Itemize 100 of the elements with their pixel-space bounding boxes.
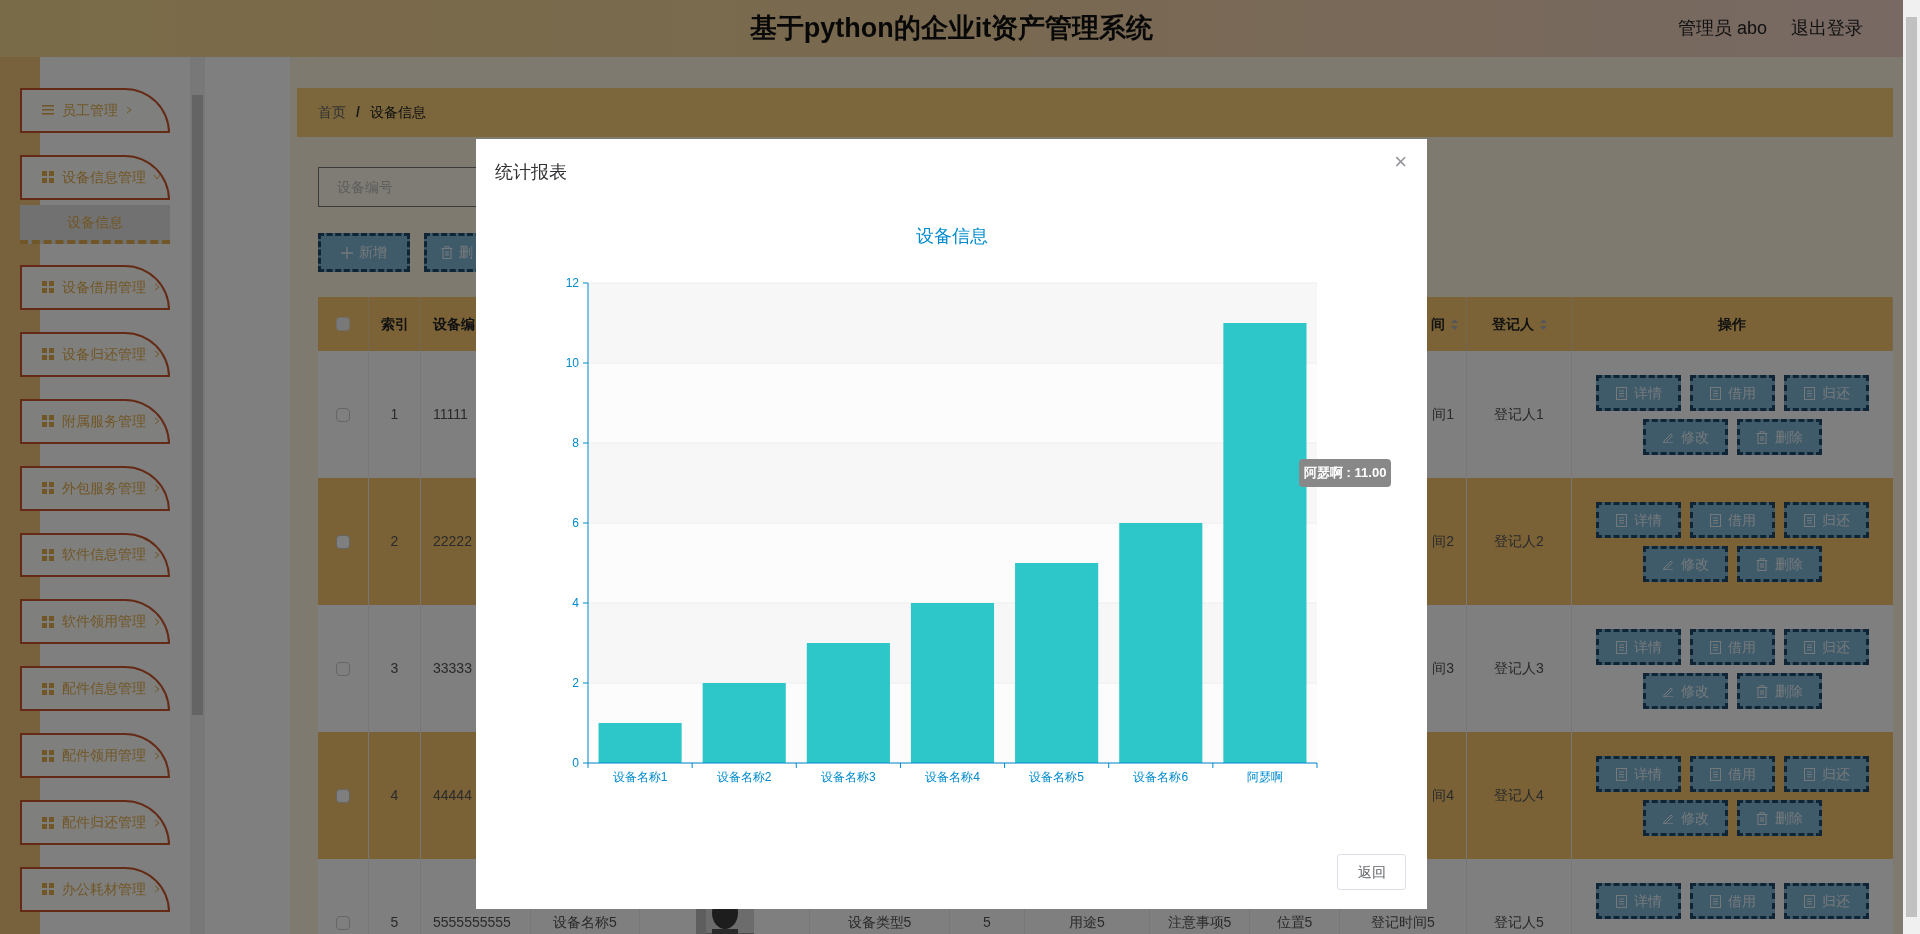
checkbox[interactable] <box>336 788 350 803</box>
scrollbar[interactable] <box>1903 0 1920 934</box>
document-icon <box>1709 513 1721 527</box>
sidebar-item[interactable]: 外包服务管理 <box>20 465 170 511</box>
column-header: 操作 <box>1718 314 1746 334</box>
document-icon <box>1615 767 1627 781</box>
axis-label: 4 <box>572 596 579 610</box>
table-cell-text: 22222 <box>433 532 472 551</box>
chart-title: 设备信息 <box>914 225 989 248</box>
checkbox[interactable] <box>336 534 350 549</box>
document-icon <box>1709 767 1721 781</box>
table-cell-text: 间2 <box>1432 532 1454 551</box>
document-icon <box>1709 894 1721 908</box>
document-icon <box>1615 640 1627 654</box>
grid-icon <box>42 883 54 896</box>
axis-label: 2 <box>572 676 579 690</box>
sidebar-item[interactable]: 软件领用管理 <box>20 599 170 645</box>
trash-icon <box>1756 430 1768 444</box>
table-cell-text: 间1 <box>1432 405 1454 424</box>
trash-icon <box>1756 811 1768 825</box>
pencil-icon <box>1662 685 1674 697</box>
table-cell-text: 登记人2 <box>1494 532 1544 551</box>
document-icon <box>1803 513 1815 527</box>
sidebar-subitem[interactable]: 设备信息 <box>20 204 170 244</box>
table-cell-text: 登记时间5 <box>1371 913 1435 932</box>
table-cell-text: 间3 <box>1432 659 1454 678</box>
grid-icon <box>42 548 54 561</box>
grid-icon <box>42 749 54 762</box>
trash-icon <box>441 246 453 259</box>
column-header: 登记人 <box>1491 314 1534 334</box>
document-icon <box>1615 513 1627 527</box>
table-cell-text: 注意事项5 <box>1167 913 1232 932</box>
table-cell-text: 用途5 <box>1069 913 1105 932</box>
sidebar-item[interactable]: 软件信息管理 <box>20 532 170 578</box>
table-cell-text: 登记人1 <box>1494 405 1544 424</box>
axis-label: 设备名称3 <box>821 770 876 784</box>
grid-icon <box>42 682 54 695</box>
breadcrumb-link[interactable]: 设备信息 <box>369 102 426 123</box>
document-icon <box>1803 767 1815 781</box>
sidebar-item[interactable]: 附属服务管理 <box>20 398 170 444</box>
table-cell-text: 登记人5 <box>1494 913 1544 932</box>
sidebar-item[interactable]: 设备借用管理 <box>20 264 170 310</box>
axis-label: 阿瑟啊 <box>1246 770 1283 784</box>
table-cell-text: 位置5 <box>1276 913 1313 932</box>
grid-icon <box>42 281 54 294</box>
axis-label: 0 <box>572 756 579 770</box>
sidebar-item[interactable]: 设备归还管理 <box>20 331 170 377</box>
grid-icon <box>42 615 54 628</box>
table-cell-text: 间4 <box>1432 786 1454 805</box>
logout-link[interactable]: 退出登录 <box>1791 15 1863 42</box>
list-icon <box>42 104 54 117</box>
checkbox[interactable] <box>336 407 350 422</box>
column-header: 索引 <box>380 314 409 334</box>
scrollbar[interactable] <box>190 57 205 934</box>
table-cell-text: 5 <box>390 913 399 932</box>
table-cell-text: 5 <box>983 913 991 932</box>
trash-icon <box>1756 557 1768 571</box>
axis-label: 10 <box>565 356 579 370</box>
grid-icon <box>42 816 54 829</box>
sidebar-item[interactable]: 配件领用管理 <box>20 733 170 779</box>
document-icon <box>1803 386 1815 400</box>
plus-icon <box>341 246 353 259</box>
axis-label: 设备名称4 <box>925 770 980 784</box>
table-cell-text: 11111 <box>433 405 468 424</box>
tooltip: 阿瑟啊 : 11.00 <box>1299 459 1392 487</box>
sidebar-item[interactable]: 办公耗材管理 <box>20 867 170 912</box>
document-icon <box>1803 894 1815 908</box>
document-icon <box>1615 894 1627 908</box>
close-button[interactable]: × <box>1394 151 1407 173</box>
sidebar-item[interactable]: 配件归还管理 <box>20 800 170 846</box>
axis-label: 设备名称2 <box>716 770 772 784</box>
table-cell-text: 44444 <box>433 786 472 805</box>
pencil-icon <box>1662 558 1674 570</box>
column-header: 间 <box>1431 314 1445 334</box>
axis-label: 12 <box>565 276 579 290</box>
checkbox[interactable] <box>336 915 350 930</box>
sidebar-item[interactable]: 配件信息管理 <box>20 666 170 712</box>
checkbox[interactable] <box>336 317 350 331</box>
pencil-icon <box>1662 431 1674 443</box>
table-cell-text: 设备类型5 <box>847 913 912 932</box>
document-icon <box>1709 640 1721 654</box>
column-header: 设备编 <box>433 314 475 334</box>
grid-icon <box>42 482 54 495</box>
sidebar-item[interactable]: 设备信息管理 <box>20 154 170 200</box>
table-cell-text: 4 <box>390 786 399 805</box>
checkbox[interactable] <box>336 661 350 676</box>
trash-icon <box>1756 684 1768 698</box>
breadcrumb-link[interactable]: 首页 <box>318 102 346 123</box>
table-cell-text: 5555555555 <box>433 913 511 932</box>
document-icon <box>1615 386 1627 400</box>
document-icon <box>1803 640 1815 654</box>
pencil-icon <box>1662 812 1674 824</box>
back-button[interactable]: 返回 <box>1337 854 1406 890</box>
table-cell-text: 设备名称5 <box>553 913 617 932</box>
breadcrumb-separator: / <box>356 103 360 122</box>
table-cell-text: 2 <box>390 532 399 551</box>
table-cell-text: 登记人4 <box>1494 786 1544 805</box>
axis-label: 设备名称6 <box>1133 770 1189 784</box>
table-cell-text: 登记人3 <box>1494 659 1544 678</box>
sidebar-item[interactable]: 员工管理 <box>20 88 170 133</box>
